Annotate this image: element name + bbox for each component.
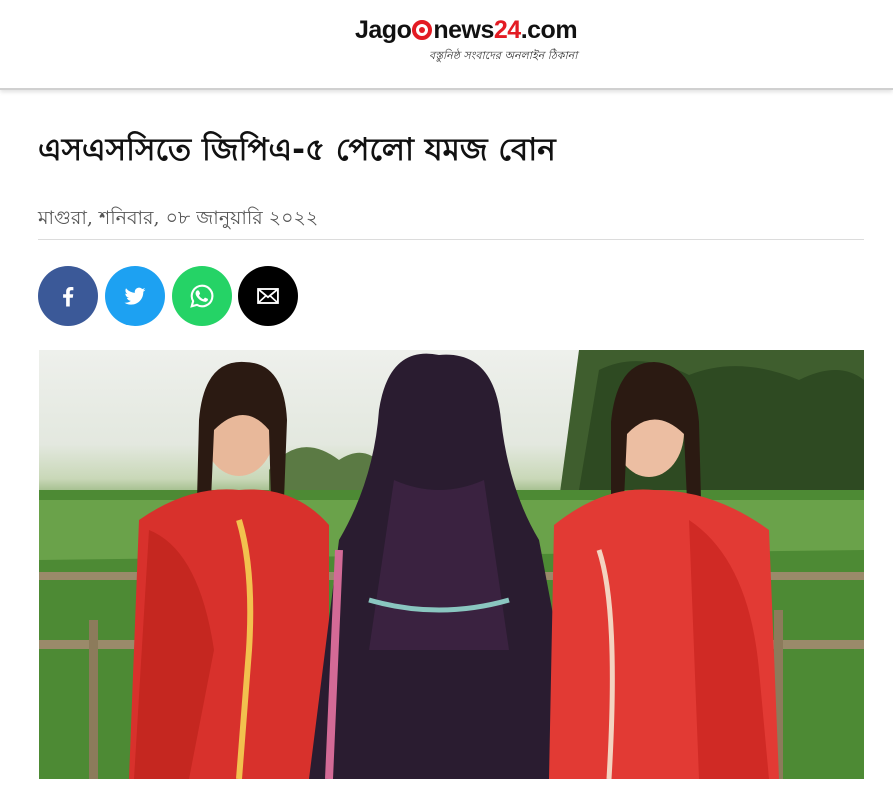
twin-sisters-with-mother-photo	[39, 350, 864, 779]
logo-tagline: বস্তুনিষ্ঠ সংবাদের অনলাইন ঠিকানা	[429, 49, 578, 62]
facebook-share-button[interactable]	[38, 266, 98, 326]
twitter-icon	[124, 287, 146, 305]
whatsapp-icon	[190, 284, 214, 308]
article-photo	[39, 350, 864, 779]
site-logo[interactable]: Jago news24.com বস্তুনিষ্ঠ সংবাদের অনলাইন…	[355, 14, 595, 66]
logo-number: 24	[493, 16, 521, 44]
email-icon	[257, 288, 279, 304]
location-pin-icon	[412, 20, 433, 40]
article-headline: এসএসসিতে জিপিএ-৫ পেলো যমজ বোন	[38, 132, 556, 168]
twitter-share-button[interactable]	[105, 266, 165, 326]
article-dateline: মাগুরা, শনিবার, ০৮ জানুয়ারি ২০২২	[38, 202, 864, 240]
facebook-icon	[63, 287, 74, 307]
whatsapp-share-button[interactable]	[172, 266, 232, 326]
logo-domain: .com	[520, 16, 578, 44]
logo-news: news	[433, 16, 494, 44]
email-share-button[interactable]	[238, 266, 298, 326]
logo-jago: Jago	[355, 16, 412, 44]
site-header: Jago news24.com বস্তুনিষ্ঠ সংবাদের অনলাইন…	[0, 0, 893, 90]
logo-wordmark: Jago news24.com	[355, 14, 578, 46]
